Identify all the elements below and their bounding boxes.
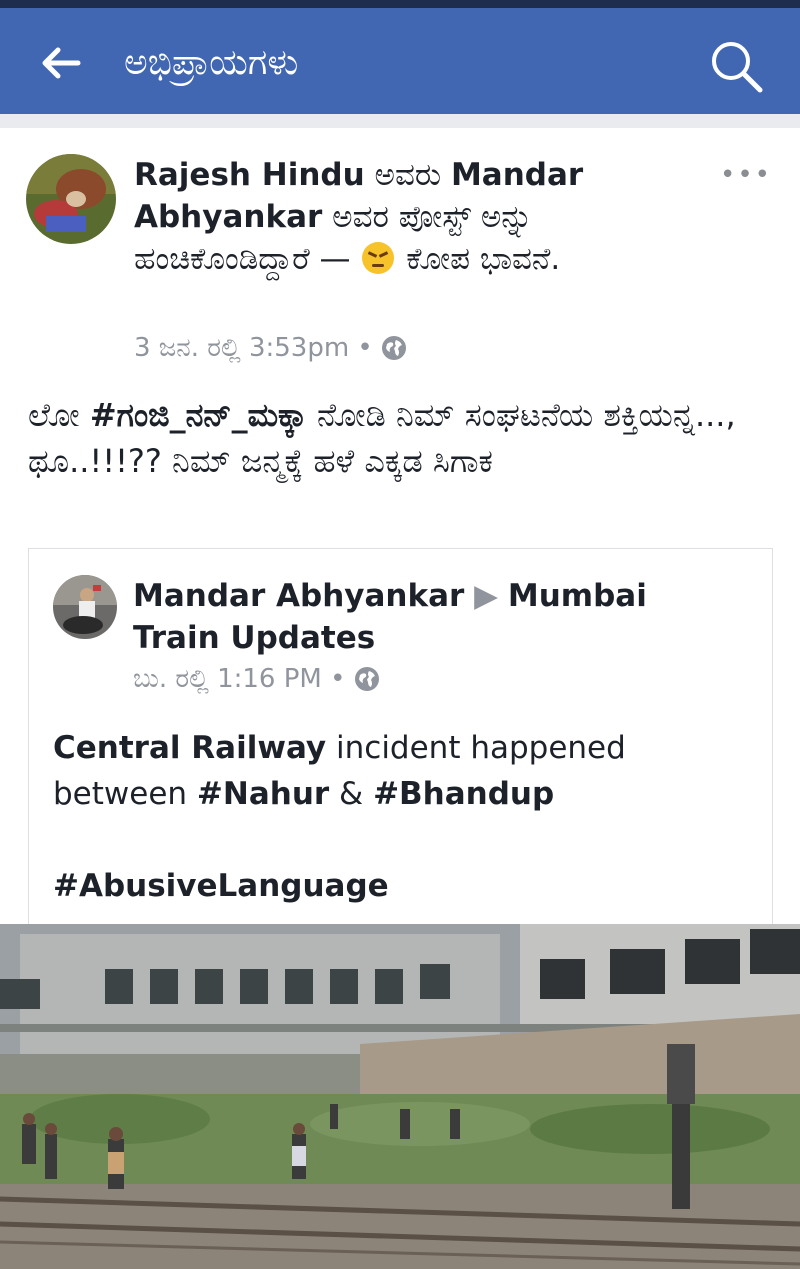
meta-dot: • [349,333,382,363]
avatar[interactable] [26,154,116,244]
arrow-right-icon: ▶ [464,578,508,614]
status-bar [0,0,800,8]
shared-post-timestamp[interactable]: ಬು. ರಲ್ಲಿ 1:16 PM [133,664,322,694]
arrow-left-icon [42,47,81,79]
body-spacer [53,817,753,863]
post-hashtag[interactable]: #ಗಂಜಿ_ನನ್_ಮಕ್ಕಾ [90,396,307,434]
page-title: ಅಭಿಪ್ರಾಯಗಳು [124,42,299,83]
shared-body-line-2: between #Nahur & #Bhandup [53,771,753,817]
angry-emoji-icon [362,242,395,274]
shared-avatar[interactable] [53,575,117,639]
shared-post-body: Central Railway incident happened betwee… [53,725,753,909]
line1-rest: incident happened [326,730,626,766]
author-name[interactable]: Rajesh Hindu [134,157,365,193]
search-icon [712,42,763,93]
app-bar: ಅಭಿಪ್ರಾಯಗಳು [0,8,800,114]
search-button[interactable] [706,36,766,96]
globe-icon [382,336,407,360]
shared-body-line-1: Central Railway incident happened [53,725,753,771]
railway-name: Central Railway [53,730,327,766]
shared-post-meta: ಬು. ರಲ್ಲಿ 1:16 PM • [133,661,380,697]
post-text-prefix: ಲೋ [28,396,90,434]
hashtag-bhandup[interactable]: #Bhandup [373,776,554,812]
post-header: Rajesh Hindu ಅವರು Mandar Abhyankar ಅವರ ಪ… [134,154,704,280]
more-options-button[interactable]: ••• [720,160,770,190]
line2-prefix: between [53,776,197,812]
hashtag-nahur[interactable]: #Nahur [197,776,329,812]
shared-post-card[interactable]: Mandar Abhyankar ▶ Mumbai Train Updates … [28,548,773,928]
post-body: ಲೋ #ಗಂಜಿ_ನನ್_ಮಕ್ಕಾ ನೋಡಿ ನಿಮ್ ಸಂಘಟನೆಯ ಶಕ್… [28,392,778,484]
amp-text: & [329,776,374,812]
post-photo[interactable] [0,924,800,1269]
post-meta: 3 ಜನ. ರಲ್ಲಿ 3:53pm • [134,330,407,366]
globe-icon [354,667,379,691]
shared-post-header: Mandar Abhyankar ▶ Mumbai Train Updates [133,575,733,659]
shared-meta-dot: • [321,664,354,694]
feeling-text: ಕೋಪ ಭಾವನೆ. [396,241,561,277]
post-timestamp[interactable]: 3 ಜನ. ರಲ್ಲಿ 3:53pm [134,333,349,363]
hashtag-abusive-language[interactable]: #AbusiveLanguage [53,863,753,909]
section-divider [0,114,800,128]
connector-text: ಅವರು [364,157,451,193]
back-button[interactable] [36,38,86,88]
shared-author-name[interactable]: Mandar Abhyankar [133,578,464,614]
